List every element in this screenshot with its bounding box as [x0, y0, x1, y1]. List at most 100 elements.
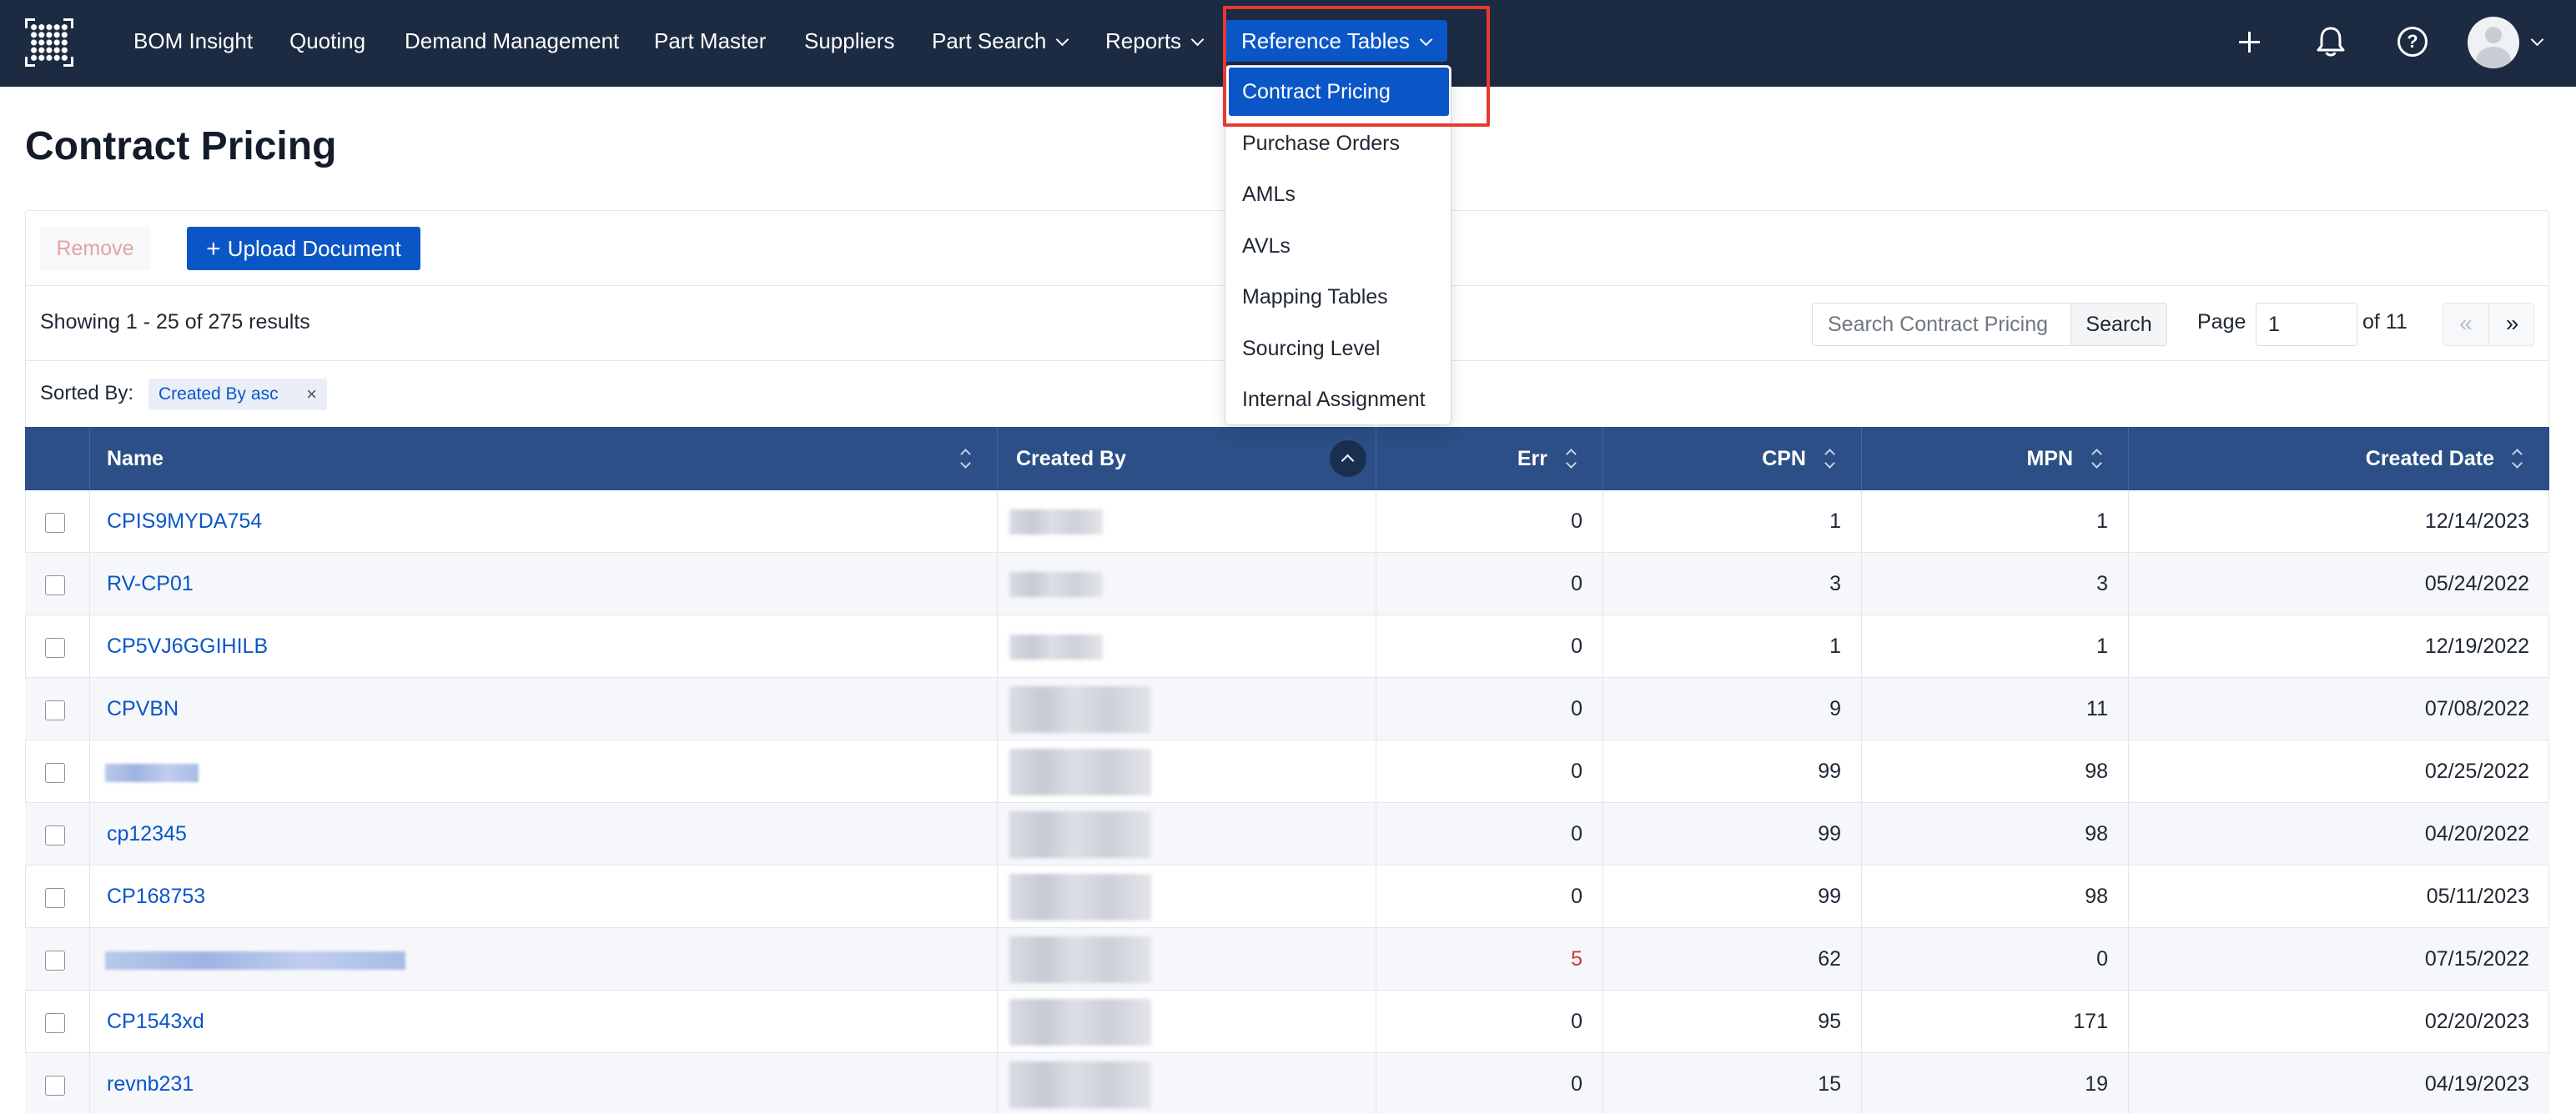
created-date-cell: 02/20/2023 [2424, 1010, 2529, 1033]
err-cell: 0 [1376, 678, 1603, 740]
row-checkbox[interactable] [45, 1013, 65, 1033]
select-cell [25, 490, 90, 553]
table-row[interactable]: CP1543xd 0 95 171 02/20/2023 [25, 991, 2549, 1053]
created-date-cell: 04/19/2023 [2424, 1072, 2529, 1096]
menu-item-amls[interactable]: AMLs [1229, 170, 1449, 218]
row-checkbox[interactable] [45, 575, 65, 595]
created-by-cell [998, 490, 1376, 553]
mpn-cell: 1 [1862, 490, 2129, 553]
err-cell: 0 [1376, 803, 1603, 866]
bell-icon[interactable] [2312, 23, 2349, 60]
menu-item-mapping-tables[interactable]: Mapping Tables [1229, 273, 1449, 321]
close-icon[interactable]: × [306, 379, 317, 410]
column-header-label: Name [107, 447, 164, 470]
next-page-button[interactable]: » [2489, 304, 2535, 345]
created-date-cell: 07/15/2022 [2424, 947, 2529, 971]
table-row[interactable]: cp12345 0 99 98 04/20/2022 [25, 803, 2549, 866]
sort-icon[interactable] [2090, 449, 2102, 469]
sorted-by-label: Sorted By: [40, 382, 134, 404]
table-row[interactable]: revnb231 0 15 19 04/19/2023 [25, 1053, 2549, 1114]
row-checkbox[interactable] [45, 700, 65, 720]
name-link[interactable]: CPVBN [90, 678, 998, 740]
menu-item-sourcing-level[interactable]: Sourcing Level [1229, 324, 1449, 373]
created-date-cell: 12/14/2023 [2424, 509, 2529, 533]
table-row[interactable]: RV-CP01 0 3 3 05/24/2022 [25, 553, 2549, 615]
redacted-user [1009, 998, 1151, 1046]
name-link[interactable]: revnb231 [90, 1053, 998, 1114]
column-header-mpn[interactable]: MPN [1862, 427, 2129, 490]
table-row[interactable]: 0 99 98 02/25/2022 [25, 740, 2549, 803]
nav-suppliers[interactable]: Suppliers [804, 22, 894, 60]
plus-icon[interactable] [2231, 23, 2267, 60]
table-row[interactable]: CPVBN 0 9 11 07/08/2022 [25, 678, 2549, 740]
cpn-cell: 62 [1603, 928, 1862, 991]
column-header-created-date[interactable]: Created Date [2129, 427, 2549, 490]
row-checkbox[interactable] [45, 638, 65, 658]
nav-demand-management[interactable]: Demand Management [405, 22, 619, 60]
name-link[interactable]: CPIS9MYDA754 [90, 490, 998, 553]
menu-item-internal-assignment[interactable]: Internal Assignment [1229, 375, 1449, 424]
sort-icon[interactable] [1824, 449, 1835, 469]
prev-page-button[interactable]: « [2443, 304, 2489, 345]
search-input[interactable]: Search Contract Pricing [1812, 303, 2070, 346]
err-cell: 0 [1376, 490, 1603, 553]
name-link[interactable] [90, 740, 998, 803]
column-header-created-by[interactable]: Created By [998, 427, 1376, 490]
nav-quoting[interactable]: Quoting [289, 22, 365, 60]
chevron-down-icon [1419, 33, 1433, 47]
mpn-cell: 171 [1862, 991, 2129, 1053]
upload-document-button[interactable]: + Upload Document [187, 227, 420, 270]
remove-button[interactable]: Remove [40, 227, 150, 270]
table-header: Name Created By Err CPN MPN Created Date [25, 427, 2549, 490]
page-number-input[interactable]: 1 [2256, 303, 2357, 346]
created-by-cell [998, 803, 1376, 866]
column-header-cpn[interactable]: CPN [1603, 427, 1862, 490]
page-label: Page [2197, 310, 2246, 334]
nav-part-search[interactable]: Part Search [932, 22, 1069, 60]
name-link[interactable]: CP5VJ6GGIHILB [90, 615, 998, 678]
help-icon[interactable]: ? [2397, 27, 2428, 57]
page-total: of 11 [2362, 310, 2407, 334]
table-row[interactable]: 5 62 0 07/15/2022 [25, 928, 2549, 991]
grid-logo-icon[interactable] [25, 18, 73, 67]
table-row[interactable]: CPIS9MYDA754 0 1 1 12/14/2023 [25, 490, 2549, 553]
name-link[interactable]: cp12345 [90, 803, 998, 866]
created-date-cell: 12/19/2022 [2424, 635, 2529, 658]
cpn-cell: 99 [1603, 803, 1862, 866]
created-by-cell [998, 615, 1376, 678]
menu-item-purchase-orders[interactable]: Purchase Orders [1229, 119, 1449, 168]
err-cell: 0 [1376, 991, 1603, 1053]
chevron-down-icon[interactable] [2530, 33, 2544, 47]
row-checkbox[interactable] [45, 1076, 65, 1096]
user-avatar-icon[interactable] [2468, 17, 2519, 68]
row-checkbox[interactable] [45, 825, 65, 846]
created-by-cell [998, 740, 1376, 803]
row-checkbox[interactable] [45, 951, 65, 971]
column-header-err[interactable]: Err [1376, 427, 1603, 490]
nav-part-master[interactable]: Part Master [654, 22, 766, 60]
table-row[interactable]: CP168753 0 99 98 05/11/2023 [25, 866, 2549, 928]
name-link[interactable]: CP168753 [90, 866, 998, 928]
row-checkbox[interactable] [45, 888, 65, 908]
created-by-cell [998, 678, 1376, 740]
nav-bom-insight[interactable]: BOM Insight [133, 22, 253, 60]
sort-icon[interactable] [959, 449, 971, 469]
nav-reference-tables[interactable]: Reference Tables [1225, 20, 1447, 62]
created-by-cell [998, 866, 1376, 928]
sort-icon[interactable] [2511, 449, 2523, 469]
sort-icon[interactable] [1565, 449, 1577, 469]
table-row[interactable]: CP5VJ6GGIHILB 0 1 1 12/19/2022 [25, 615, 2549, 678]
menu-item-avls[interactable]: AVLs [1229, 222, 1449, 270]
created-by-cell [998, 1053, 1376, 1114]
column-header-name[interactable]: Name [90, 427, 998, 490]
nav-reports[interactable]: Reports [1105, 22, 1205, 60]
name-link[interactable] [90, 928, 998, 991]
row-checkbox[interactable] [45, 513, 65, 533]
sort-ascending-icon[interactable] [1330, 440, 1366, 477]
name-link[interactable]: CP1543xd [90, 991, 998, 1053]
menu-item-contract-pricing[interactable]: Contract Pricing [1229, 68, 1449, 116]
search-button[interactable]: Search [2070, 303, 2167, 346]
row-checkbox[interactable] [45, 763, 65, 783]
created-date-cell: 04/20/2022 [2424, 822, 2529, 846]
name-link[interactable]: RV-CP01 [90, 553, 998, 615]
